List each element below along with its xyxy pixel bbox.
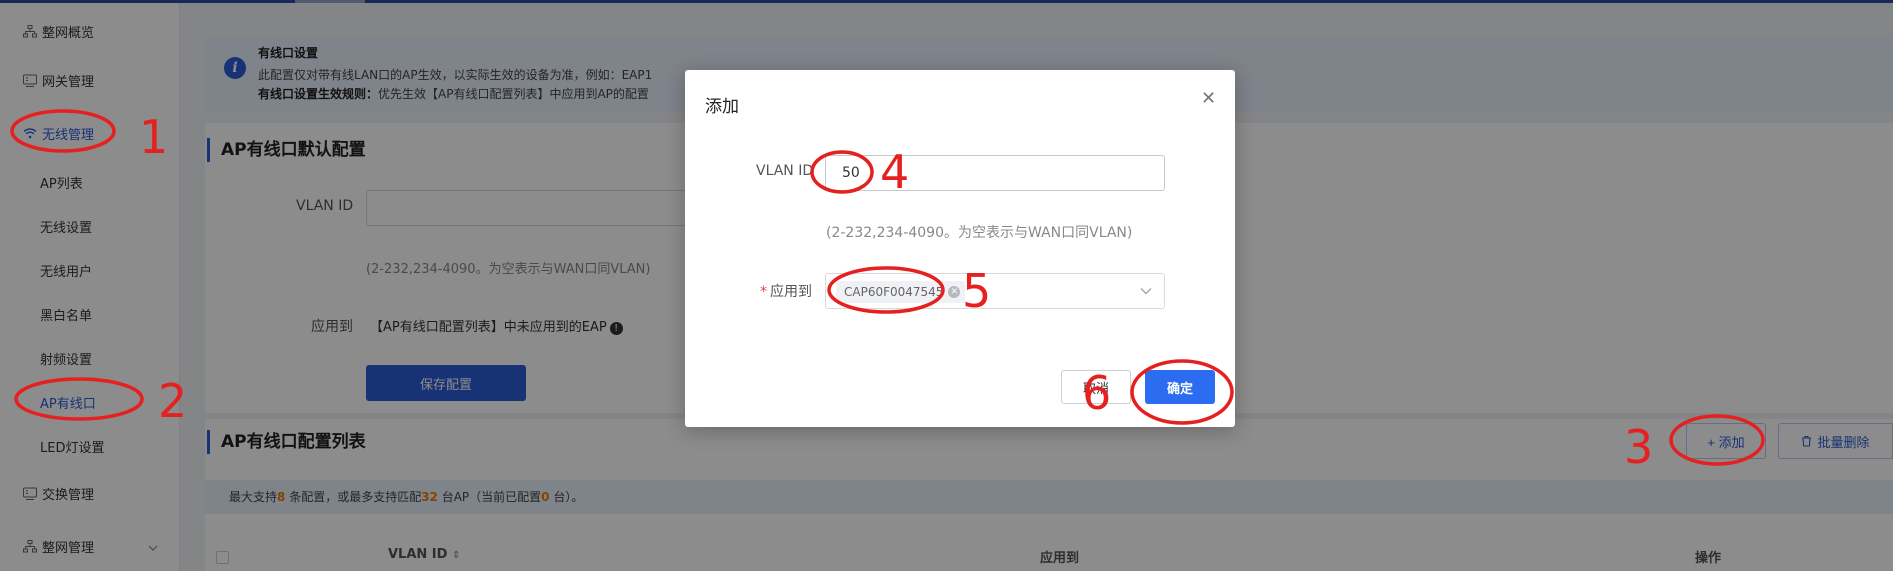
close-icon[interactable]: ✕ [1201, 88, 1216, 109]
dialog-vlan-id-label: VLAN ID [756, 163, 814, 179]
dialog-apply-to-label: * 应用到 [760, 281, 812, 301]
dialog-apply-to-select[interactable]: CAP60F0047545 ✕ [825, 273, 1165, 309]
tag-remove-icon[interactable]: ✕ [948, 286, 961, 298]
dialog-vlan-id-input[interactable] [825, 155, 1165, 191]
selected-ap-tag: CAP60F0047545 ✕ [836, 281, 966, 303]
cancel-button[interactable]: 取消 [1061, 370, 1131, 404]
dialog-apply-to-text: 应用到 [770, 284, 812, 300]
required-marker: * [760, 284, 767, 300]
chevron-down-icon[interactable] [1140, 284, 1152, 299]
dialog-vlan-hint: (2-232,234-4090。为空表示与WAN口同VLAN) [826, 225, 1133, 241]
tag-label: CAP60F0047545 [844, 285, 944, 299]
dialog-title: 添加 [705, 97, 739, 117]
confirm-button[interactable]: 确定 [1145, 370, 1215, 404]
add-dialog: 添加 ✕ VLAN ID (2-232,234-4090。为空表示与WAN口同V… [685, 70, 1235, 427]
